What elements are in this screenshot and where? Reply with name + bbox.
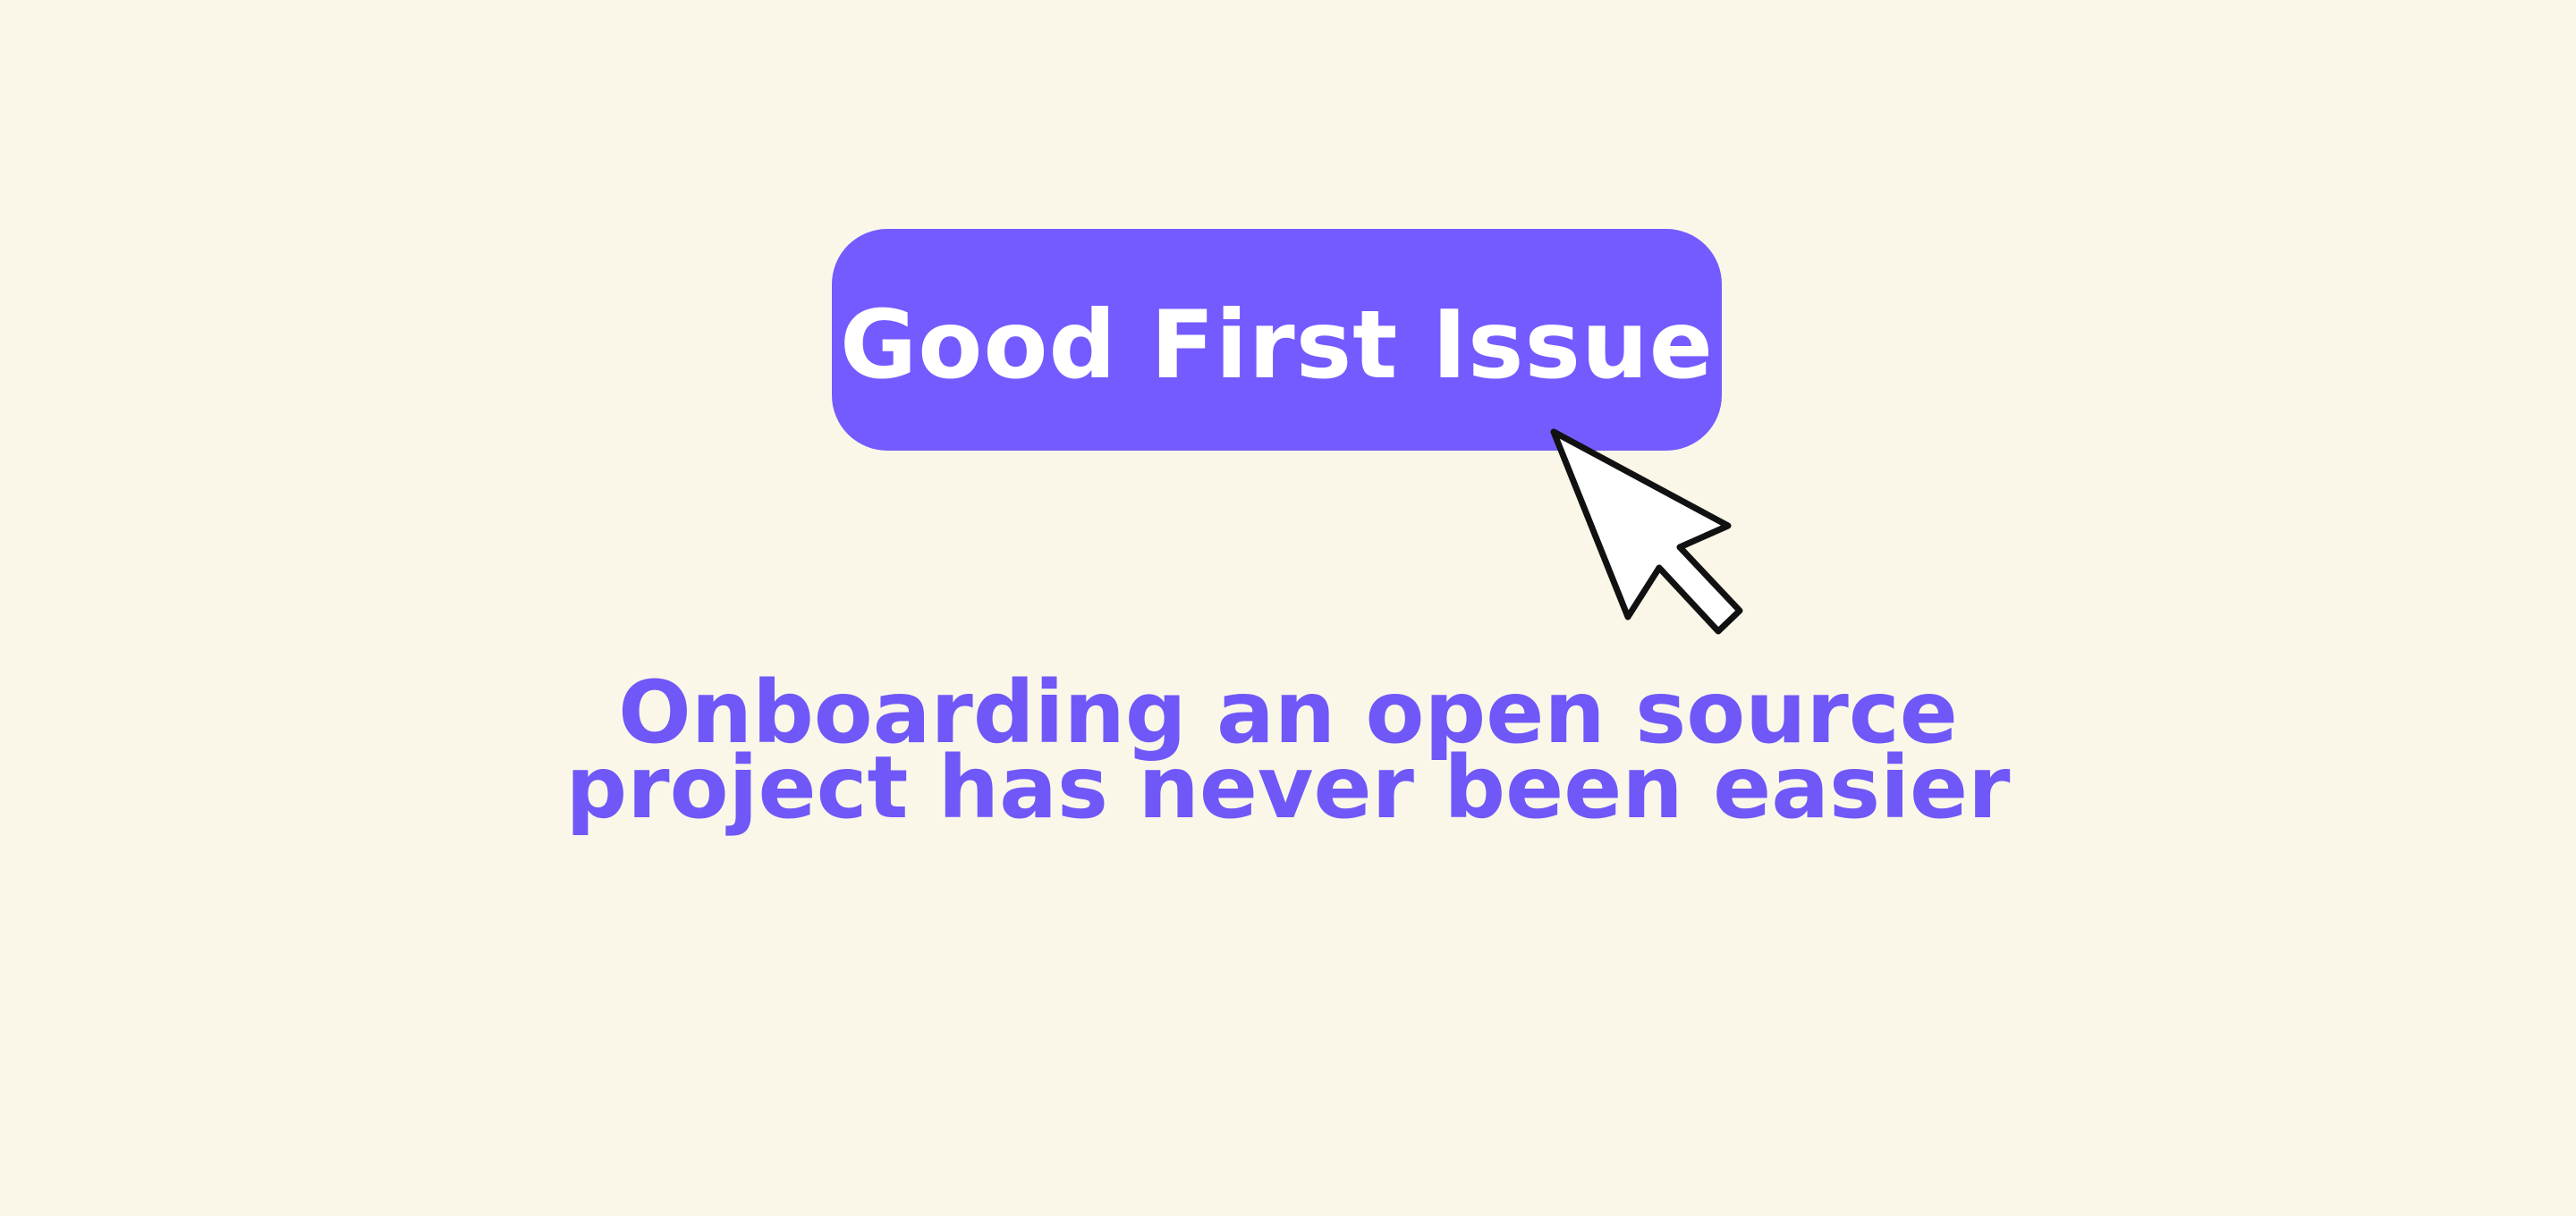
tagline-line-2: project has never been easier: [565, 738, 2011, 838]
mouse-pointer-icon: [1550, 428, 1743, 635]
tagline-text: Onboarding an open source project has ne…: [0, 670, 2576, 838]
good-first-issue-button[interactable]: Good First Issue: [832, 229, 1722, 451]
good-first-issue-label: Good First Issue: [840, 290, 1714, 400]
